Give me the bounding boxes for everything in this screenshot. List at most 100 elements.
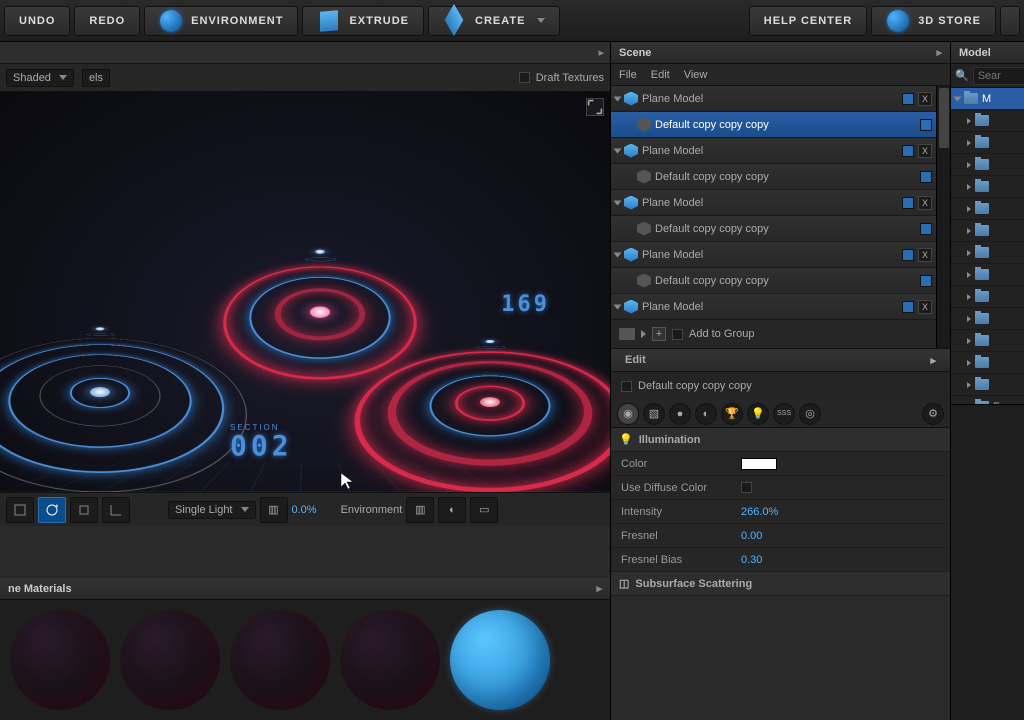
disclosure-icon[interactable] bbox=[614, 148, 622, 153]
prop-tab-trophy[interactable]: 🏆 bbox=[721, 403, 743, 425]
disclosure-icon[interactable] bbox=[614, 96, 622, 101]
group-checkbox[interactable] bbox=[672, 329, 683, 340]
disclosure-icon[interactable] bbox=[967, 162, 971, 168]
scene-menu-view[interactable]: View bbox=[684, 69, 708, 81]
prop-tab-texture[interactable]: ▧ bbox=[643, 403, 665, 425]
delete-button[interactable]: X bbox=[918, 144, 932, 158]
visibility-toggle[interactable] bbox=[920, 223, 932, 235]
shading-mode-dropdown[interactable]: Shaded bbox=[6, 69, 74, 87]
redo-button[interactable]: REDO bbox=[74, 6, 140, 36]
model-search-input[interactable] bbox=[973, 67, 1024, 85]
color-swatch[interactable] bbox=[741, 458, 777, 470]
model-row[interactable] bbox=[951, 110, 1024, 132]
tree-row[interactable]: Plane Model X bbox=[611, 86, 936, 112]
undo-button[interactable]: UNDO bbox=[4, 6, 70, 36]
extrude-button[interactable]: EXTRUDE bbox=[302, 6, 424, 36]
tool-axis[interactable] bbox=[102, 497, 130, 523]
disclosure-icon[interactable] bbox=[614, 200, 622, 205]
expand-viewport-button[interactable] bbox=[586, 98, 604, 116]
env-settings-1[interactable]: ◐ bbox=[438, 497, 466, 523]
delete-button[interactable]: X bbox=[918, 248, 932, 262]
material-swatch[interactable] bbox=[340, 610, 440, 710]
scene-menu-file[interactable]: File bbox=[619, 69, 637, 81]
disclosure-icon[interactable] bbox=[967, 382, 971, 388]
visibility-toggle[interactable] bbox=[902, 145, 914, 157]
viewport-3d[interactable]: 169 SECTION 002 bbox=[0, 92, 610, 492]
disclosure-icon[interactable] bbox=[967, 184, 971, 190]
prop-tab-settings[interactable]: ⚙ bbox=[922, 403, 944, 425]
use-diffuse-checkbox[interactable] bbox=[741, 482, 752, 493]
disclosure-icon[interactable] bbox=[967, 140, 971, 146]
subsurface-section-header[interactable]: ◫ Subsurface Scattering bbox=[611, 572, 950, 596]
tree-row[interactable]: Default copy copy copy bbox=[611, 268, 936, 294]
visibility-toggle[interactable] bbox=[902, 301, 914, 313]
disclosure-icon[interactable] bbox=[967, 118, 971, 124]
model-row[interactable] bbox=[951, 132, 1024, 154]
tool-select[interactable] bbox=[6, 497, 34, 523]
disclosure-icon[interactable] bbox=[967, 338, 971, 344]
prop-tab-contrast[interactable]: ◐ bbox=[695, 403, 717, 425]
fresnel-bias-value[interactable]: 0.30 bbox=[741, 554, 762, 566]
model-row[interactable] bbox=[951, 220, 1024, 242]
light-mode-dropdown[interactable]: Single Light bbox=[168, 501, 256, 519]
collapse-icon[interactable]: ▸ bbox=[930, 354, 936, 367]
environment-button[interactable]: ENVIRONMENT bbox=[144, 6, 298, 36]
add-button[interactable]: + bbox=[652, 327, 666, 341]
visibility-toggle[interactable] bbox=[902, 197, 914, 209]
disclosure-icon[interactable] bbox=[967, 228, 971, 234]
disclosure-icon[interactable] bbox=[967, 294, 971, 300]
prop-tab-shading[interactable]: ◉ bbox=[617, 403, 639, 425]
tree-row[interactable]: Default copy copy copy bbox=[611, 112, 936, 138]
disclosure-icon[interactable] bbox=[954, 96, 962, 101]
tree-row[interactable]: Default copy copy copy bbox=[611, 216, 936, 242]
draft-textures-checkbox[interactable] bbox=[519, 72, 530, 83]
material-swatch[interactable] bbox=[230, 610, 330, 710]
enable-checkbox[interactable] bbox=[621, 381, 632, 392]
tree-row[interactable]: Plane Model X bbox=[611, 190, 936, 216]
disclosure-icon[interactable] bbox=[967, 250, 971, 256]
model-row[interactable] bbox=[951, 154, 1024, 176]
light-percent[interactable]: 0.0% bbox=[292, 504, 317, 516]
create-button[interactable]: CREATE bbox=[428, 6, 560, 36]
prop-tab-sphere[interactable]: ● bbox=[669, 403, 691, 425]
model-row[interactable] bbox=[951, 352, 1024, 374]
disclosure-icon[interactable] bbox=[614, 252, 622, 257]
visibility-toggle[interactable] bbox=[920, 275, 932, 287]
model-row[interactable] bbox=[951, 176, 1024, 198]
labels-dropdown[interactable]: els bbox=[82, 69, 110, 87]
overflow-button[interactable] bbox=[1000, 6, 1020, 36]
model-row[interactable] bbox=[951, 374, 1024, 396]
visibility-toggle[interactable] bbox=[920, 119, 932, 131]
model-row[interactable]: Fa bbox=[951, 396, 1024, 404]
model-row[interactable] bbox=[951, 264, 1024, 286]
visibility-toggle[interactable] bbox=[902, 93, 914, 105]
disclosure-icon[interactable] bbox=[641, 330, 646, 338]
prop-tab-light[interactable]: 💡 bbox=[747, 403, 769, 425]
tree-row[interactable]: Plane Model X bbox=[611, 294, 936, 320]
model-row[interactable]: M bbox=[951, 88, 1024, 110]
collapse-icon[interactable]: ▸ bbox=[596, 582, 602, 595]
tool-frame[interactable] bbox=[70, 497, 98, 523]
light-toggle[interactable]: ▥ bbox=[260, 497, 288, 523]
material-swatch[interactable] bbox=[10, 610, 110, 710]
scrollbar[interactable] bbox=[936, 86, 950, 348]
tree-row[interactable]: Default copy copy copy bbox=[611, 164, 936, 190]
disclosure-icon[interactable] bbox=[967, 206, 971, 212]
delete-button[interactable]: X bbox=[918, 196, 932, 210]
env-settings-2[interactable]: ▭ bbox=[470, 497, 498, 523]
delete-button[interactable]: X bbox=[918, 300, 932, 314]
model-row[interactable] bbox=[951, 308, 1024, 330]
fresnel-value[interactable]: 0.00 bbox=[741, 530, 762, 542]
prop-tab-env[interactable]: ◎ bbox=[799, 403, 821, 425]
intensity-value[interactable]: 266.0% bbox=[741, 506, 778, 518]
tool-rotate[interactable] bbox=[38, 497, 66, 523]
env-visible-toggle[interactable]: ▥ bbox=[406, 497, 434, 523]
disclosure-icon[interactable] bbox=[967, 272, 971, 278]
model-row[interactable] bbox=[951, 286, 1024, 308]
help-center-button[interactable]: HELP CENTER bbox=[749, 6, 867, 36]
model-row[interactable] bbox=[951, 242, 1024, 264]
scene-menu-edit[interactable]: Edit bbox=[651, 69, 670, 81]
delete-button[interactable]: X bbox=[918, 92, 932, 106]
disclosure-icon[interactable] bbox=[967, 316, 971, 322]
material-swatch[interactable] bbox=[120, 610, 220, 710]
